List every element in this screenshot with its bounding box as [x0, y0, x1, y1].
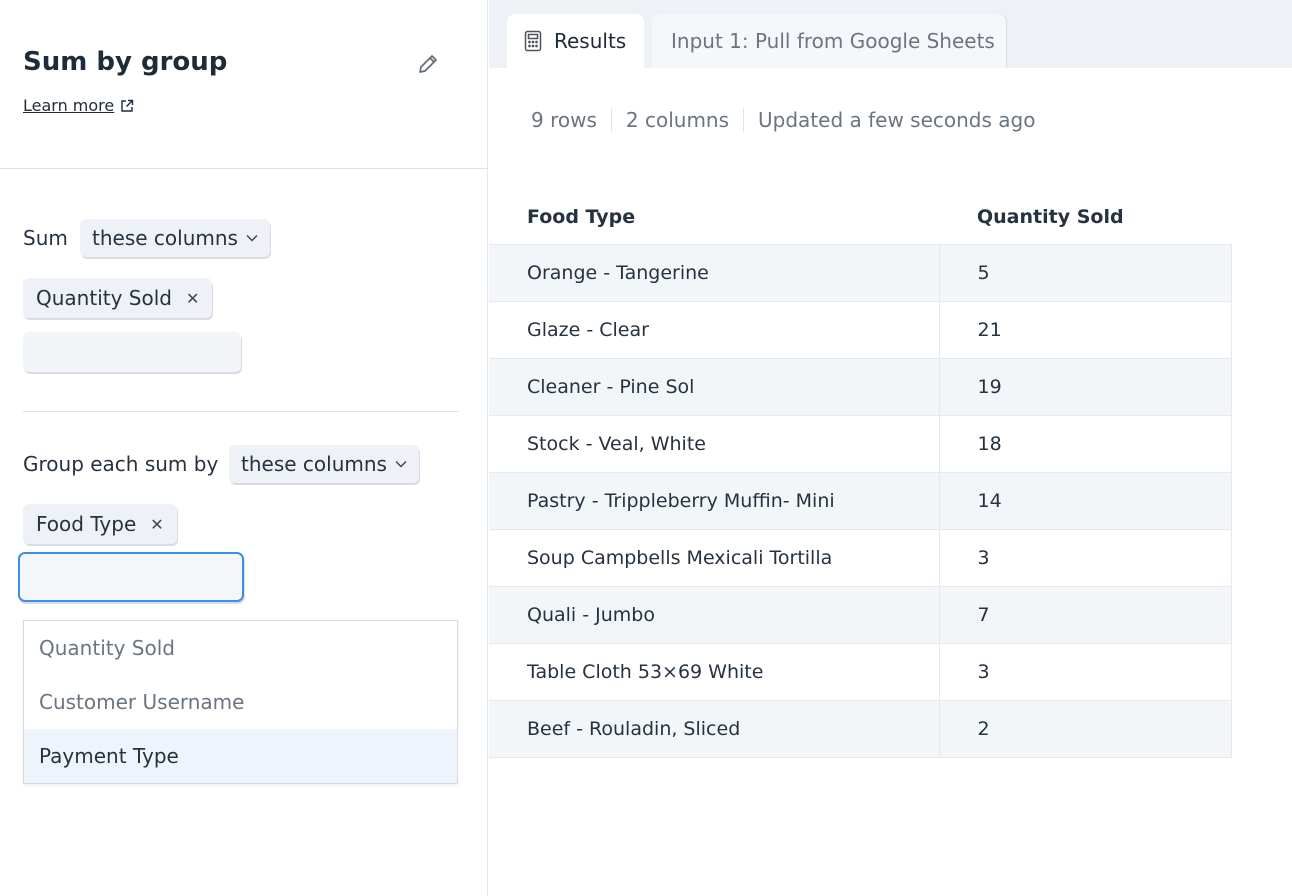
column-header[interactable]: Food Type [489, 190, 939, 245]
step-title: Sum by group [23, 47, 228, 77]
table-cell[interactable]: 7 [939, 586, 1232, 644]
pencil-icon [419, 55, 437, 73]
table-cell[interactable]: 3 [939, 643, 1232, 701]
remove-chip-icon[interactable]: ✕ [186, 289, 199, 308]
table-row: Table Cloth 53×69 White 3 [489, 643, 1232, 701]
external-link-icon [121, 99, 134, 112]
table-row: Pastry - Trippleberry Muffin- Mini 14 [489, 472, 1232, 530]
table-cell[interactable]: Pastry - Trippleberry Muffin- Mini [489, 472, 940, 530]
table-header-row: Food Type Quantity Sold [489, 190, 1232, 245]
tab-input-1[interactable]: Input 1: Pull from Google Sheets [652, 14, 1006, 68]
step-header: Sum by group Learn more [0, 0, 488, 169]
tab-results[interactable]: Results [507, 14, 644, 68]
results-panel: Results Input 1: Pull from Google Sheets… [489, 0, 1292, 896]
dropdown-option[interactable]: Quantity Sold [24, 621, 457, 675]
column-count: 2 columns [610, 108, 743, 132]
table-cell[interactable]: Orange - Tangerine [489, 244, 940, 302]
sum-mode-value: these columns [92, 226, 238, 250]
tab-bar: Results Input 1: Pull from Google Sheets [489, 0, 1292, 68]
group-mode-select[interactable]: these columns [229, 445, 419, 483]
results-table: Food Type Quantity Sold Orange - Tangeri… [489, 190, 1232, 758]
group-column-chip: Food Type ✕ [23, 504, 177, 544]
table-cell[interactable]: Stock - Veal, White [489, 415, 940, 473]
table-row: Beef - Rouladin, Sliced 2 [489, 700, 1232, 758]
table-cell[interactable]: 2 [939, 700, 1232, 758]
table-cell[interactable]: 3 [939, 529, 1232, 587]
edit-button[interactable] [414, 50, 442, 78]
sum-column-input[interactable] [23, 332, 241, 372]
results-meta: 9 rows 2 columns Updated a few seconds a… [531, 108, 1049, 132]
table-cell[interactable]: Table Cloth 53×69 White [489, 643, 940, 701]
column-header[interactable]: Quantity Sold [939, 190, 1232, 245]
dropdown-option-highlighted[interactable]: Payment Type [24, 729, 457, 783]
tab-input-1-label: Input 1: Pull from Google Sheets [671, 29, 995, 53]
table-row: Soup Campbells Mexicali Tortilla 3 [489, 529, 1232, 587]
section-divider [23, 411, 459, 412]
table-cell[interactable]: 21 [939, 301, 1232, 359]
table-cell[interactable]: 18 [939, 415, 1232, 473]
table-row: Glaze - Clear 21 [489, 301, 1232, 359]
remove-chip-icon[interactable]: ✕ [150, 515, 163, 534]
table-row: Stock - Veal, White 18 [489, 415, 1232, 473]
group-label: Group each sum by [23, 452, 219, 476]
calculator-icon [524, 30, 542, 52]
chevron-down-icon [246, 234, 258, 242]
table-cell[interactable]: Quali - Jumbo [489, 586, 940, 644]
table-cell[interactable]: Cleaner - Pine Sol [489, 358, 940, 416]
table-cell[interactable]: Beef - Rouladin, Sliced [489, 700, 940, 758]
sum-mode-select[interactable]: these columns [80, 219, 270, 257]
table-cell[interactable]: Soup Campbells Mexicali Tortilla [489, 529, 940, 587]
config-panel: Sum by group Learn more Sum these column… [0, 0, 488, 896]
table-cell[interactable]: 19 [939, 358, 1232, 416]
group-mode-value: these columns [241, 452, 387, 476]
learn-more-label: Learn more [23, 96, 115, 115]
table-row: Cleaner - Pine Sol 19 [489, 358, 1232, 416]
tab-results-label: Results [554, 29, 627, 53]
chevron-down-icon [395, 460, 407, 468]
row-count: 9 rows [531, 108, 597, 132]
table-cell[interactable]: 14 [939, 472, 1232, 530]
table-row: Orange - Tangerine 5 [489, 244, 1232, 302]
table-cell[interactable]: 5 [939, 244, 1232, 302]
sum-label: Sum [23, 226, 68, 250]
table-cell[interactable]: Glaze - Clear [489, 301, 940, 359]
learn-more-link[interactable]: Learn more [23, 96, 134, 115]
table-row: Quali - Jumbo 7 [489, 586, 1232, 644]
group-column-input[interactable] [18, 552, 244, 602]
sum-column-chip: Quantity Sold ✕ [23, 278, 213, 318]
group-column-chip-label: Food Type [36, 512, 137, 536]
sum-column-chip-label: Quantity Sold [36, 286, 172, 310]
dropdown-option[interactable]: Customer Username [24, 675, 457, 729]
column-dropdown: Quantity Sold Customer Username Payment … [23, 620, 458, 784]
updated-status: Updated a few seconds ago [743, 108, 1049, 132]
